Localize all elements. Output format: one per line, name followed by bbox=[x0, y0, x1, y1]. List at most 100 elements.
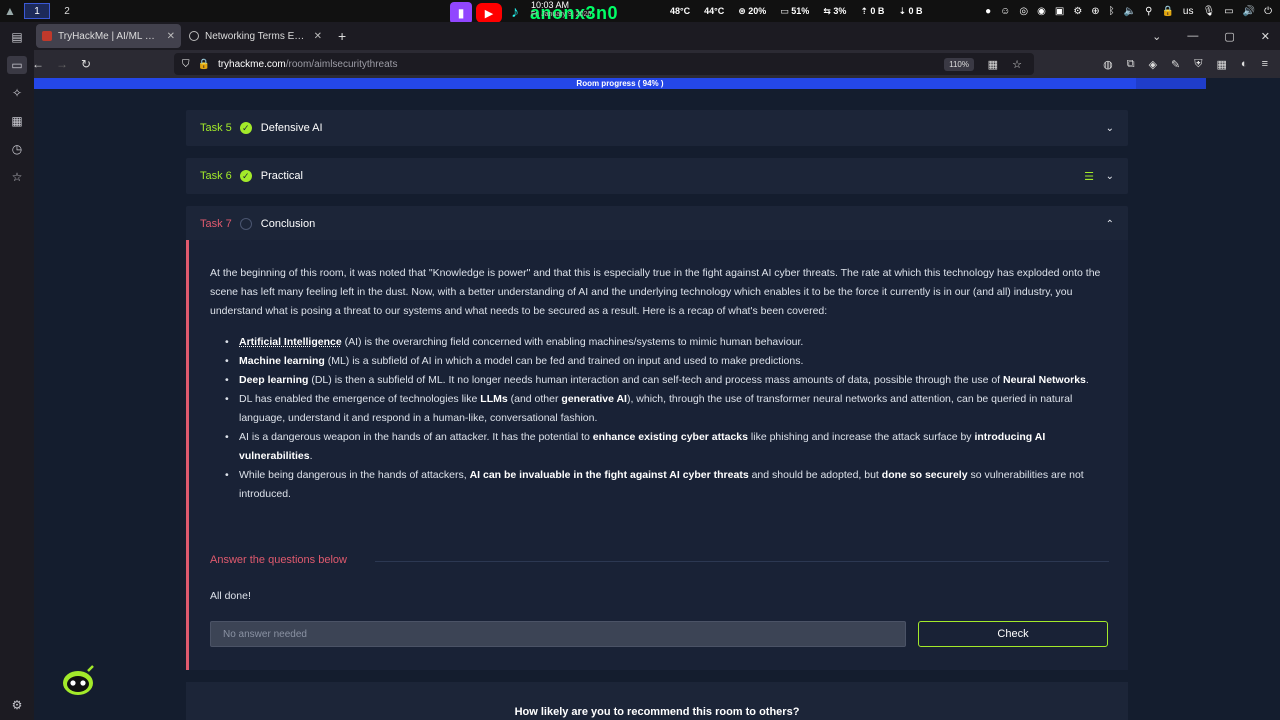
net-down: ⇣ 0 B bbox=[898, 5, 923, 16]
location-icon[interactable]: ⚲ bbox=[1145, 6, 1152, 17]
gpu-temp: 44°C bbox=[704, 6, 725, 16]
extensions-menu-icon[interactable]: ▦ bbox=[1217, 58, 1227, 71]
list-item-text: like phishing and increase the attack su… bbox=[748, 431, 975, 443]
reload-icon[interactable]: ↻ bbox=[74, 57, 98, 71]
system-stats: 48°C 44°C ⊛ 20% ▭ 51% ⇆ 3% ⇡ 0 B ⇣ 0 B bbox=[670, 0, 923, 22]
app-menu-icon[interactable]: ≡ bbox=[1262, 58, 1268, 71]
workspace-1[interactable]: 1 bbox=[24, 3, 50, 19]
answer-input[interactable]: No answer needed bbox=[210, 621, 906, 647]
close-tab-icon[interactable]: ✕ bbox=[167, 31, 175, 42]
url-bar[interactable]: ⛉ 🔒 tryhackme.com/room/aimlsecuritythrea… bbox=[174, 53, 1034, 75]
lock-icon[interactable]: 🔒 bbox=[1161, 6, 1173, 17]
list-item-text: While being dangerous in the hands of at… bbox=[239, 469, 470, 481]
keyboard-layout[interactable]: us bbox=[1183, 6, 1194, 17]
close-tab-icon[interactable]: ✕ bbox=[314, 31, 322, 42]
chevron-down-icon[interactable]: ⌄ bbox=[1106, 171, 1114, 182]
back-icon[interactable]: ← bbox=[26, 57, 50, 71]
clipboard-icon[interactable]: ▣ bbox=[1055, 6, 1064, 17]
divider bbox=[375, 561, 1109, 562]
youtube-icon: ▶ bbox=[476, 3, 502, 23]
display-icon[interactable]: ▭ bbox=[1224, 6, 1233, 17]
volume-icon[interactable]: 🔈 bbox=[1124, 6, 1136, 17]
tab-tryhackme[interactable]: TryHackMe | AI/ML Securi ✕ bbox=[36, 24, 181, 48]
sidebar-toggle-icon[interactable]: ▭ bbox=[7, 56, 27, 74]
zoom-level[interactable]: 110% bbox=[944, 57, 974, 71]
browser-sidebar: ▤ ▭ ✧ ▦ ◷ ☆ ⚙ bbox=[0, 22, 34, 720]
twitch-icon: ▮ bbox=[450, 2, 472, 24]
url-host: tryhackme.com bbox=[217, 58, 286, 70]
list-item: Artificial Intelligence (AI) is the over… bbox=[225, 333, 1105, 352]
steam-icon[interactable]: ◎ bbox=[1019, 6, 1028, 17]
list-item: Deep learning (DL) is then a subfield of… bbox=[225, 371, 1105, 390]
room-progress-label: Room progress ( 94% ) bbox=[576, 79, 664, 88]
favorites-icon[interactable]: ☆ bbox=[7, 168, 27, 186]
clock-time: 10:03 AM bbox=[531, 0, 570, 10]
maximize-icon[interactable]: ▢ bbox=[1224, 30, 1234, 43]
chevron-down-icon[interactable]: ⌄ bbox=[1106, 123, 1114, 134]
mem-usage-value: 51% bbox=[791, 5, 810, 16]
user-icon[interactable]: ☺ bbox=[1000, 6, 1010, 17]
term-dl: Deep learning bbox=[239, 374, 309, 386]
ai-chat-icon[interactable]: ✧ bbox=[7, 84, 27, 102]
list-item-text: DL has enabled the emergence of technolo… bbox=[239, 393, 481, 405]
bookmarks-panel-icon[interactable]: ▦ bbox=[7, 112, 27, 130]
term-ai[interactable]: Artificial Intelligence bbox=[239, 336, 342, 348]
task-7-header[interactable]: Task 7 Conclusion ⌃ bbox=[186, 206, 1128, 242]
recommend-question: How likely are you to recommend this roo… bbox=[514, 706, 800, 718]
list-item-text: (ML) is a subfield of AI in which a mode… bbox=[324, 355, 804, 367]
url-text: tryhackme.com/room/aimlsecuritythreats bbox=[218, 59, 398, 70]
ublock-icon[interactable]: ⛨ bbox=[1194, 58, 1202, 71]
conclusion-intro: At the beginning of this room, it was no… bbox=[210, 267, 1101, 317]
settings-icon[interactable]: ⚙ bbox=[1073, 6, 1082, 17]
term-done-securely: done so securely bbox=[881, 469, 968, 481]
check-button[interactable]: Check bbox=[918, 621, 1108, 647]
workspace-2[interactable]: 2 bbox=[54, 3, 80, 19]
tryhackme-bot-icon[interactable] bbox=[60, 664, 96, 696]
vpn-icon[interactable]: ⊕ bbox=[1091, 6, 1099, 17]
swap-usage: ⇆ 3% bbox=[823, 5, 847, 16]
minimize-icon[interactable]: — bbox=[1187, 30, 1198, 43]
sidebar-settings-icon[interactable]: ⚙ bbox=[12, 698, 23, 712]
arch-logo-icon[interactable]: ▲ bbox=[0, 4, 20, 18]
new-tab-icon[interactable]: + bbox=[338, 28, 346, 44]
bluetooth-icon[interactable]: ᛒ bbox=[1109, 6, 1115, 17]
net-down-value: 0 B bbox=[908, 5, 923, 16]
incomplete-circle-icon bbox=[239, 218, 252, 230]
bookmark-star-icon[interactable]: ☆ bbox=[1012, 58, 1022, 71]
tab-list-icon[interactable]: ⌄ bbox=[1152, 30, 1161, 43]
answer-questions-heading: Answer the questions below bbox=[210, 554, 347, 566]
task-5-header[interactable]: Task 5 ✓ Defensive AI ⌄ bbox=[186, 110, 1128, 146]
machine-stack-icon[interactable]: ☰ bbox=[1084, 170, 1094, 183]
tiktok-icon: ♪ bbox=[511, 4, 519, 21]
term-generative-ai: generative AI bbox=[561, 393, 627, 405]
clock[interactable]: 10:03 AM Fr, January 9, 2026 bbox=[531, 1, 591, 19]
task-number: Task 6 bbox=[200, 170, 232, 182]
mem-usage: ▭ 51% bbox=[780, 5, 810, 16]
history-icon[interactable]: ◷ bbox=[7, 140, 27, 158]
forward-icon[interactable]: → bbox=[50, 57, 74, 71]
network-icon[interactable]: ◉ bbox=[1037, 6, 1046, 17]
list-item: AI is a dangerous weapon in the hands of… bbox=[225, 428, 1105, 466]
power-icon[interactable]: ⏻ bbox=[1264, 6, 1272, 17]
chevron-up-icon[interactable]: ⌃ bbox=[1106, 219, 1114, 230]
tool-extension-icon[interactable]: ✎ bbox=[1171, 58, 1180, 71]
tab-networking-terms[interactable]: Networking Terms Explain ✕ bbox=[183, 24, 328, 48]
speaker-icon[interactable]: 🔊 bbox=[1243, 6, 1255, 17]
term-neural-networks: Neural Networks bbox=[1003, 374, 1086, 386]
account-icon[interactable]: ◐ bbox=[1241, 58, 1248, 71]
wappalyzer-icon[interactable]: ◈ bbox=[1149, 58, 1157, 71]
puzzle-extension-icon[interactable]: ⧉ bbox=[1127, 58, 1135, 71]
record-icon[interactable]: ● bbox=[985, 6, 991, 17]
url-path: /room/aimlsecuritythreats bbox=[285, 58, 398, 70]
site-info-icon[interactable]: ⛉ bbox=[182, 59, 190, 70]
close-window-icon[interactable]: ✕ bbox=[1261, 30, 1270, 43]
cpu-usage-value: 20% bbox=[748, 5, 767, 16]
proxy-extension-icon[interactable]: ◍ bbox=[1103, 58, 1113, 71]
task-6-header[interactable]: Task 6 ✓ Practical ☰ ⌄ bbox=[186, 158, 1128, 194]
extensions-grid-icon[interactable]: ▦ bbox=[988, 58, 998, 71]
mic-icon[interactable]: 🎙 bbox=[1202, 6, 1215, 17]
tabs-icon[interactable]: ▤ bbox=[7, 28, 27, 46]
system-tray: ● ☺ ◎ ◉ ▣ ⚙ ⊕ ᛒ 🔈 ⚲ 🔒 us 🎙 ▭ 🔊 ⏻ bbox=[985, 0, 1272, 22]
list-item-text: AI is a dangerous weapon in the hands of… bbox=[239, 431, 593, 443]
list-item: DL has enabled the emergence of technolo… bbox=[225, 390, 1105, 428]
